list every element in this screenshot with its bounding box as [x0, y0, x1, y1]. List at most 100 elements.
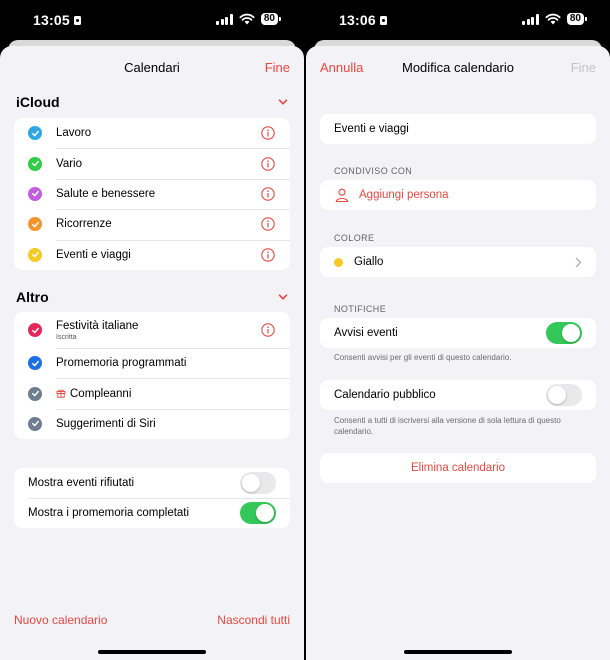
info-icon[interactable] — [261, 323, 275, 337]
calendar-row-promemoria[interactable]: Promemoria programmati — [14, 348, 290, 378]
info-icon[interactable] — [261, 126, 275, 140]
calendar-row-festivita[interactable]: Festività italiane Iscritta — [14, 312, 290, 348]
status-bar: 13:05 80 — [0, 0, 304, 40]
calendar-row-vario[interactable]: Vario — [14, 148, 290, 178]
new-calendar-button[interactable]: Nuovo calendario — [14, 613, 107, 627]
checkmark-icon[interactable] — [28, 356, 42, 371]
color-swatch — [334, 258, 343, 267]
chevron-down-icon[interactable] — [278, 292, 288, 302]
checkmark-icon[interactable] — [28, 323, 42, 337]
status-time: 13:05 — [33, 12, 81, 28]
calendar-label: Salute e benessere — [56, 187, 156, 200]
toggle-knob — [562, 324, 580, 342]
calendar-row-eventi[interactable]: Eventi e viaggi — [14, 239, 290, 270]
wifi-icon — [239, 13, 255, 25]
calendar-row-compleanni[interactable]: Compleanni — [14, 378, 290, 408]
calendar-sublabel: Iscritta — [56, 334, 77, 341]
nav-bar: Annulla Modifica calendario Fine — [306, 60, 610, 80]
color-caption: COLORE — [334, 233, 375, 243]
checkmark-icon[interactable] — [28, 126, 42, 141]
calendar-label-wrap: Compleanni — [56, 388, 131, 400]
orientation-lock-icon — [73, 16, 81, 25]
calendar-label: Ricorrenze — [56, 218, 112, 231]
calendar-row-ricorrenze[interactable]: Ricorrenze — [14, 209, 290, 239]
hide-all-button[interactable]: Nascondi tutti — [217, 613, 290, 627]
icloud-calendar-list: Lavoro Vario Salute e benessere Ricorren… — [14, 118, 290, 270]
calendar-label: Suggerimenti di Siri — [56, 417, 156, 430]
completed-reminders-toggle[interactable] — [240, 502, 276, 524]
status-indicators: 80 — [216, 13, 282, 25]
event-alerts-row: Avvisi eventi — [320, 318, 596, 348]
status-time-text: 13:06 — [339, 12, 376, 28]
event-alerts-help: Consenti avvisi per gli eventi di questo… — [334, 353, 512, 362]
info-icon[interactable] — [261, 217, 275, 232]
wifi-icon — [545, 13, 561, 25]
toggle-knob — [242, 474, 260, 492]
gift-icon — [56, 389, 66, 398]
toggle-knob — [256, 504, 274, 522]
checkmark-icon[interactable] — [28, 386, 42, 401]
checkmark-icon[interactable] — [28, 247, 42, 262]
info-icon[interactable] — [261, 156, 275, 171]
calendar-label: Vario — [56, 157, 82, 170]
calendar-name-field[interactable]: Eventi e viaggi — [320, 114, 596, 144]
public-calendar-toggle[interactable] — [546, 384, 582, 406]
public-calendar-row: Calendario pubblico — [320, 380, 596, 410]
event-alerts-label: Avvisi eventi — [334, 327, 398, 339]
toggle-knob — [548, 386, 566, 404]
declined-events-toggle[interactable] — [240, 472, 276, 494]
checkmark-icon[interactable] — [28, 186, 42, 201]
toggle-row-completed: Mostra i promemoria completati — [14, 498, 290, 528]
cellular-signal-icon — [216, 13, 233, 25]
chevron-down-icon[interactable] — [278, 97, 288, 107]
calendar-label: Eventi e viaggi — [56, 248, 131, 261]
color-picker-row[interactable]: Giallo — [320, 247, 596, 277]
toggle-label: Mostra eventi rifiutati — [28, 477, 135, 489]
checkmark-icon[interactable] — [28, 217, 42, 232]
calendar-label: Compleanni — [70, 387, 132, 400]
calendars-screen: 13:05 80 Calendari Fine iCloud Lavoro Va… — [0, 0, 304, 660]
calendar-label: Promemoria programmati — [56, 357, 187, 370]
section-header-altro[interactable]: Altro — [16, 289, 288, 309]
checkmark-icon[interactable] — [28, 416, 42, 431]
battery-indicator: 80 — [260, 13, 282, 25]
section-title-altro: Altro — [16, 289, 49, 305]
section-title-icloud: iCloud — [16, 94, 60, 110]
calendar-row-siri[interactable]: Suggerimenti di Siri — [14, 408, 290, 439]
edit-calendar-screen: 13:06 80 Annulla Modifica calendario Fin… — [306, 0, 610, 660]
info-icon[interactable] — [261, 187, 275, 201]
home-indicator — [404, 650, 512, 654]
status-time: 13:06 — [339, 12, 387, 28]
done-button[interactable]: Fine — [571, 60, 596, 75]
calendar-name-value: Eventi e viaggi — [334, 123, 409, 135]
info-icon[interactable] — [261, 248, 275, 262]
status-bar: 13:06 80 — [306, 0, 610, 40]
public-calendar-label: Calendario pubblico — [334, 389, 436, 401]
other-calendar-list: Festività italiane Iscritta Promemoria p… — [14, 312, 290, 440]
add-person-row[interactable]: Aggiungi persona — [320, 180, 596, 210]
add-person-label: Aggiungi persona — [359, 189, 449, 201]
color-value: Giallo — [354, 256, 384, 268]
notifications-caption: NOTIFICHE — [334, 304, 387, 314]
page-title: Modifica calendario — [401, 60, 514, 75]
home-indicator — [98, 650, 206, 654]
checkmark-icon[interactable] — [28, 156, 42, 171]
shared-caption: CONDIVISO CON — [334, 166, 413, 176]
delete-calendar-button[interactable]: Elimina calendario — [320, 453, 596, 483]
edit-calendar-sheet: Annulla Modifica calendario Fine Eventi … — [306, 46, 610, 660]
event-alerts-toggle[interactable] — [546, 322, 582, 344]
calendar-row-salute[interactable]: Salute e benessere — [14, 178, 290, 209]
section-header-icloud[interactable]: iCloud — [16, 94, 288, 114]
public-calendar-help: Consenti a tutti di iscriversi alla vers… — [334, 416, 561, 436]
battery-indicator: 80 — [566, 13, 588, 25]
nav-bar: Calendari Fine — [0, 60, 304, 80]
toggle-label: Mostra i promemoria completati — [28, 507, 190, 519]
calendar-label: Festività italiane — [56, 320, 139, 332]
status-indicators: 80 — [522, 13, 588, 25]
calendar-row-lavoro[interactable]: Lavoro — [14, 118, 290, 148]
orientation-lock-icon — [379, 16, 387, 25]
cellular-signal-icon — [522, 13, 539, 25]
calendar-label: Lavoro — [56, 127, 92, 140]
done-button[interactable]: Fine — [265, 60, 290, 75]
page-title: Calendari — [124, 60, 180, 75]
